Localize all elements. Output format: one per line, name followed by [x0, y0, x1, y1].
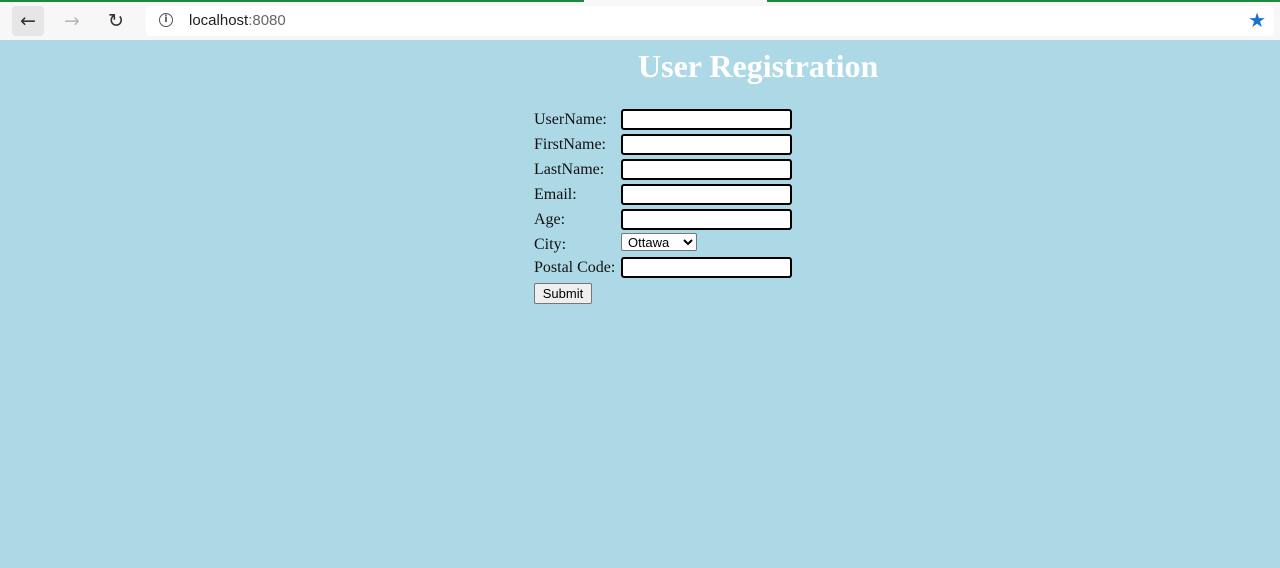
reload-button[interactable]: ↻: [100, 6, 132, 36]
firstname-input[interactable]: [621, 134, 792, 155]
age-label: Age:: [534, 211, 566, 228]
city-label: City:: [534, 236, 567, 253]
email-input[interactable]: [621, 184, 792, 205]
loading-indicator: [0, 0, 584, 2]
arrow-left-icon: ←: [20, 10, 36, 32]
back-button[interactable]: ←: [12, 6, 44, 36]
loading-indicator: [767, 0, 1280, 2]
arrow-right-icon: →: [64, 10, 80, 32]
forward-button[interactable]: →: [56, 6, 88, 36]
url-port: :8080: [248, 12, 286, 29]
submit-button[interactable]: Submit: [534, 283, 592, 304]
username-label: UserName:: [534, 111, 607, 128]
star-icon[interactable]: ★: [1248, 8, 1266, 32]
username-input[interactable]: [621, 109, 792, 130]
page-content: User Registration UserName: FirstName: L…: [0, 40, 1280, 568]
url-host: localhost: [189, 12, 249, 29]
postal-code-label: Postal Code:: [534, 259, 616, 276]
email-label: Email:: [534, 186, 577, 203]
address-bar[interactable]: i localhost:8080 ★: [146, 6, 1274, 36]
info-icon[interactable]: i: [159, 13, 173, 27]
firstname-label: FirstName:: [534, 136, 606, 153]
city-select[interactable]: Ottawa: [621, 233, 697, 251]
lastname-label: LastName:: [534, 161, 605, 178]
page-title: User Registration: [638, 48, 879, 84]
browser-toolbar: ← → ↻ i localhost:8080 ★: [0, 0, 1280, 40]
age-input[interactable]: [621, 209, 792, 230]
postal-code-input[interactable]: [621, 257, 792, 278]
url-text: localhost:8080: [189, 12, 286, 29]
lastname-input[interactable]: [621, 159, 792, 180]
reload-icon: ↻: [108, 10, 124, 32]
